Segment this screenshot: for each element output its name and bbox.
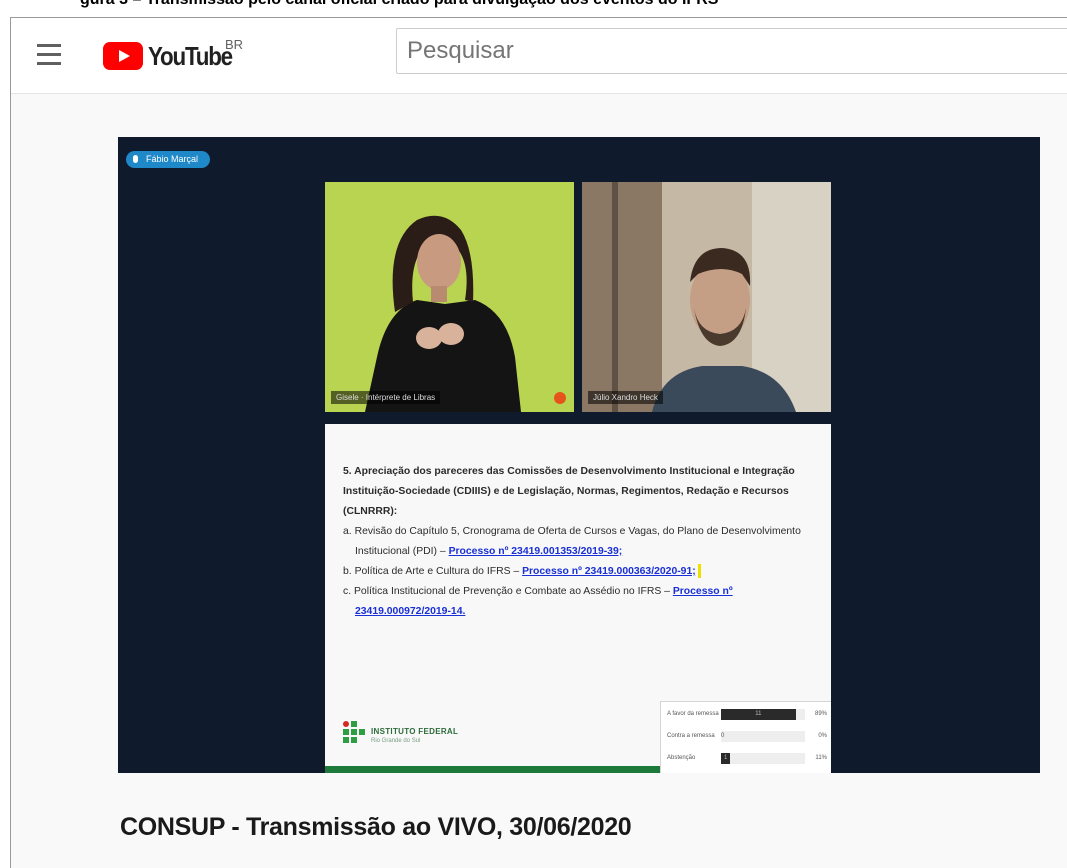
participant-name-tag: Júlio Xandro Heck — [588, 391, 663, 404]
recording-icon — [554, 392, 566, 404]
agenda-item: c. Política Institucional de Prevenção e… — [343, 582, 819, 622]
participant-tile-interpreter: Gisele · Intérprete de Libras — [325, 182, 574, 412]
poll-option-label: Abstenção — [667, 755, 696, 761]
participant-name-tag: Gisele · Intérprete de Libras — [331, 391, 441, 404]
active-speaker-chip: Fábio Marçal — [126, 151, 210, 168]
agenda-heading: 5. Apreciação dos pareceres das Comissõe… — [343, 466, 795, 517]
video-player[interactable]: Fábio Marçal Gisele · Intérprete de Libr… — [118, 137, 1040, 773]
youtube-play-icon — [103, 42, 143, 70]
agenda-item-marker: a. — [343, 526, 352, 537]
poll-track: 0 — [721, 731, 805, 742]
poll-row: A favor da remessa 11 89% — [661, 706, 831, 724]
microphone-icon — [133, 155, 138, 163]
process-link[interactable]: Processo nº 23419.000363/2020-91; — [522, 566, 696, 577]
text-highlight-mark — [697, 564, 701, 579]
poll-percent: 11% — [815, 755, 827, 761]
browser-viewport: YouTube BR Pesquisar Fábio Marçal Gisele… — [10, 17, 1067, 868]
poll-bar: 1 — [721, 753, 731, 764]
logo-wordmark: YouTube — [148, 41, 233, 71]
agenda-item-text: Política de Arte e Cultura do IFRS – — [354, 566, 520, 577]
poll-track: 1 — [721, 753, 805, 764]
masthead: YouTube BR Pesquisar — [11, 18, 1067, 94]
figure-caption: gura 3 – Transmissão pelo canal oficial … — [80, 0, 718, 9]
agenda-item-marker: b. — [343, 566, 352, 577]
poll-row: Contra a remessa 0 0% — [661, 728, 831, 746]
presentation-slide: 5. Apreciação dos pareceres das Comissõe… — [325, 424, 831, 773]
institution-logo: INSTITUTO FEDERAL Rio Grande do Sul — [343, 721, 483, 751]
youtube-logo[interactable]: YouTube BR — [103, 36, 253, 76]
poll-bar: 11 — [721, 709, 796, 720]
institution-logo-icon — [343, 721, 365, 747]
poll-option-label: Contra a remessa — [667, 733, 715, 739]
interpreter-figure — [365, 215, 521, 412]
agenda-item-marker: c. — [343, 586, 352, 597]
institution-name: INSTITUTO FEDERAL — [371, 727, 459, 736]
participant-tile-speaker: Júlio Xandro Heck — [582, 182, 831, 412]
poll-option-label: A favor da remessa — [667, 711, 719, 717]
agenda-item: a. Revisão do Capítulo 5, Cronograma de … — [343, 522, 819, 562]
search-input[interactable]: Pesquisar — [396, 28, 1067, 74]
hamburger-menu-icon[interactable] — [37, 44, 67, 66]
active-speaker-name: Fábio Marçal — [146, 154, 199, 164]
institution-subtitle: Rio Grande do Sul — [371, 738, 421, 744]
poll-row: Abstenção 1 11% — [661, 750, 831, 768]
region-code: BR — [225, 37, 244, 52]
poll-percent: 0% — [818, 733, 827, 739]
vote-poll-panel: A favor da remessa 11 89% Contra a remes… — [660, 701, 831, 773]
agenda-text: 5. Apreciação dos pareceres das Comissõe… — [343, 462, 819, 622]
speaker-figure — [582, 182, 831, 412]
agenda-item-text: Política Institucional de Prevenção e Co… — [353, 586, 670, 597]
video-title: CONSUP - Transmissão ao VIVO, 30/06/2020 — [120, 813, 632, 841]
poll-percent: 89% — [814, 711, 827, 717]
agenda-item: b. Política de Arte e Cultura do IFRS – … — [343, 562, 819, 582]
process-link[interactable]: Processo nº 23419.001353/2019-39; — [449, 546, 623, 557]
poll-track: 11 — [721, 709, 805, 720]
slide-footer-bar — [325, 766, 660, 773]
